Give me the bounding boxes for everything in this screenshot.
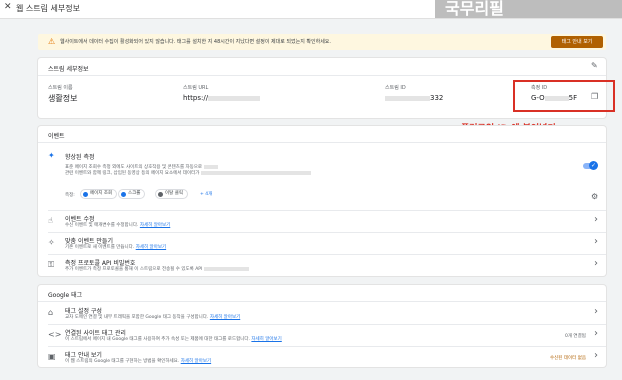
banner-text: 웹사이트에서 데이터 수집이 활성화되어 있지 않습니다. 태그를 설치한 지 … (60, 39, 331, 45)
learn-more-link[interactable]: 자세히 알아보기 (251, 337, 281, 342)
tag-icon: ⌂ (48, 308, 54, 317)
check-icon: ✓ (589, 161, 598, 170)
stream-id-value: 332 (385, 94, 443, 102)
eye-icon (83, 191, 88, 197)
configure-tag-settings-row[interactable]: ⌂ 태그 설정 구성 교차 도메인 연결 및 내부 트래픽을 포함한 Googl… (38, 303, 606, 323)
events-card: 이벤트 ✦ 향상된 측정 표준 페이지 조회수 측정 외에도 사이트의 상호작용… (38, 126, 606, 276)
stream-url-label: 스트림 URL (183, 85, 209, 91)
sparkle-icon: ✦ (48, 151, 55, 160)
stream-url-value: https:// (183, 94, 261, 102)
learn-more-link[interactable]: 자세히 알아보기 (140, 223, 170, 228)
learn-more-link[interactable]: 자세히 알아보기 (210, 315, 240, 320)
divider (38, 75, 606, 76)
learn-more-link[interactable]: 자세히 알아보기 (136, 245, 166, 250)
manage-connected-site-tags-row[interactable]: <> 연결된 사이트 태그 관리 이 스트림에서 페이지 내 Google 태그… (38, 325, 606, 345)
view-tag-instructions-row[interactable]: ▣ 태그 안내 보기 이 웹 스트림의 Google 태그를 구현하는 방법을 … (38, 347, 606, 367)
chevron-right-icon: › (594, 306, 598, 317)
stream-id-label: 스트림 ID (385, 85, 406, 91)
gear-icon[interactable]: ⚙ (591, 192, 598, 201)
chevron-right-icon: › (594, 214, 598, 225)
modify-events-desc: 수신 이벤트 및 매개변수를 수정합니다. 자세히 알아보기 (65, 223, 171, 228)
learn-more-link[interactable]: 자세히 알아보기 (181, 359, 211, 364)
measurement-protocol-desc: 추가 이벤트가 측정 프로토콜을 통해 이 스트림으로 전송될 수 있도록 AP… (65, 266, 249, 272)
stream-name-label: 스트림 이름 (48, 85, 73, 91)
chevron-right-icon: › (594, 258, 598, 269)
chevron-right-icon: › (594, 350, 598, 361)
stream-details-title: 스트림 세부정보 (48, 66, 89, 73)
page-title: 웹 스트림 세부정보 (16, 4, 80, 13)
chip-page-view: 페이지 조회 (80, 189, 118, 199)
chevron-right-icon: › (594, 236, 598, 247)
connected-count-badge: 0개 연결됨 (565, 334, 586, 339)
warning-icon: ⚠ (48, 37, 56, 46)
close-icon[interactable]: ✕ (4, 2, 12, 12)
edit-icon[interactable]: ✎ (591, 61, 598, 70)
code-icon: <> (48, 330, 62, 339)
touch-icon: ☝ (48, 216, 53, 225)
google-tag-card: Google 태그 ⌂ 태그 설정 구성 교차 도메인 연결 및 내부 트래픽을… (38, 285, 606, 367)
measure-label: 측정: (65, 193, 75, 198)
key-icon: ⚿ (48, 260, 55, 269)
enhanced-measurement-title: 향상된 측정 (65, 154, 95, 161)
watermark: 국무리필 (435, 0, 622, 18)
warning-banner: ⚠ 웹사이트에서 데이터 수집이 활성화되어 있지 않습니다. 태그를 설치한 … (38, 34, 606, 50)
click-icon (158, 191, 163, 197)
enhanced-measurement-toggle[interactable]: ✓ (583, 161, 598, 170)
chip-outbound-click: 이탈 클릭 (155, 189, 188, 199)
more-chips: + 4개 (200, 192, 213, 197)
chip-scroll: 스크롤 (118, 189, 146, 199)
connected-tags-desc: 이 스트림에서 페이지 내 Google 태그를 사용하여 추가 속성 또는 제… (65, 337, 282, 342)
scroll-icon (121, 191, 126, 197)
measurement-protocol-row[interactable]: ⚿ 측정 프로토콜 API 비밀번호 추가 이벤트가 측정 프로토콜을 통해 이… (38, 255, 606, 275)
measurement-id-highlight (513, 80, 615, 112)
view-tag-guide-button[interactable]: 태그 안내 보기 (551, 36, 603, 48)
chevron-right-icon: › (594, 328, 598, 339)
events-title: 이벤트 (48, 133, 65, 140)
enhanced-measurement-desc-2: 관련 이벤트와 함께 링크, 삽입된 동영상 등의 페이지 요소에서 데이터가 (65, 170, 311, 176)
stream-name-value: 생활정보 (48, 94, 78, 103)
modify-events-row[interactable]: ☝ 이벤트 수정 수신 이벤트 및 매개변수를 수정합니다. 자세히 알아보기 … (38, 211, 606, 231)
cursor-sparkle-icon: ✧ (48, 238, 55, 247)
google-tag-title: Google 태그 (48, 292, 83, 299)
configure-tag-desc: 교차 도메인 연결 및 내부 트래픽을 포함한 Google 태그 동작을 구성… (65, 315, 241, 320)
no-data-badge: 수신된 데이터 없음 (550, 356, 586, 361)
custom-events-desc: 기존 이벤트로 새 이벤트를 만듭니다. 자세히 알아보기 (65, 245, 167, 250)
instructions-icon: ▣ (48, 352, 56, 361)
tag-instructions-desc: 이 웹 스트림의 Google 태그를 구현하는 방법을 확인하세요. 자세히 … (65, 359, 212, 364)
divider (38, 142, 606, 143)
measure-chips: 페이지 조회 스크롤 이탈 클릭 + 4개 (80, 189, 280, 199)
create-custom-events-row[interactable]: ✧ 맞춤 이벤트 만들기 기존 이벤트로 새 이벤트를 만듭니다. 자세히 알아… (38, 233, 606, 253)
divider (38, 301, 606, 302)
